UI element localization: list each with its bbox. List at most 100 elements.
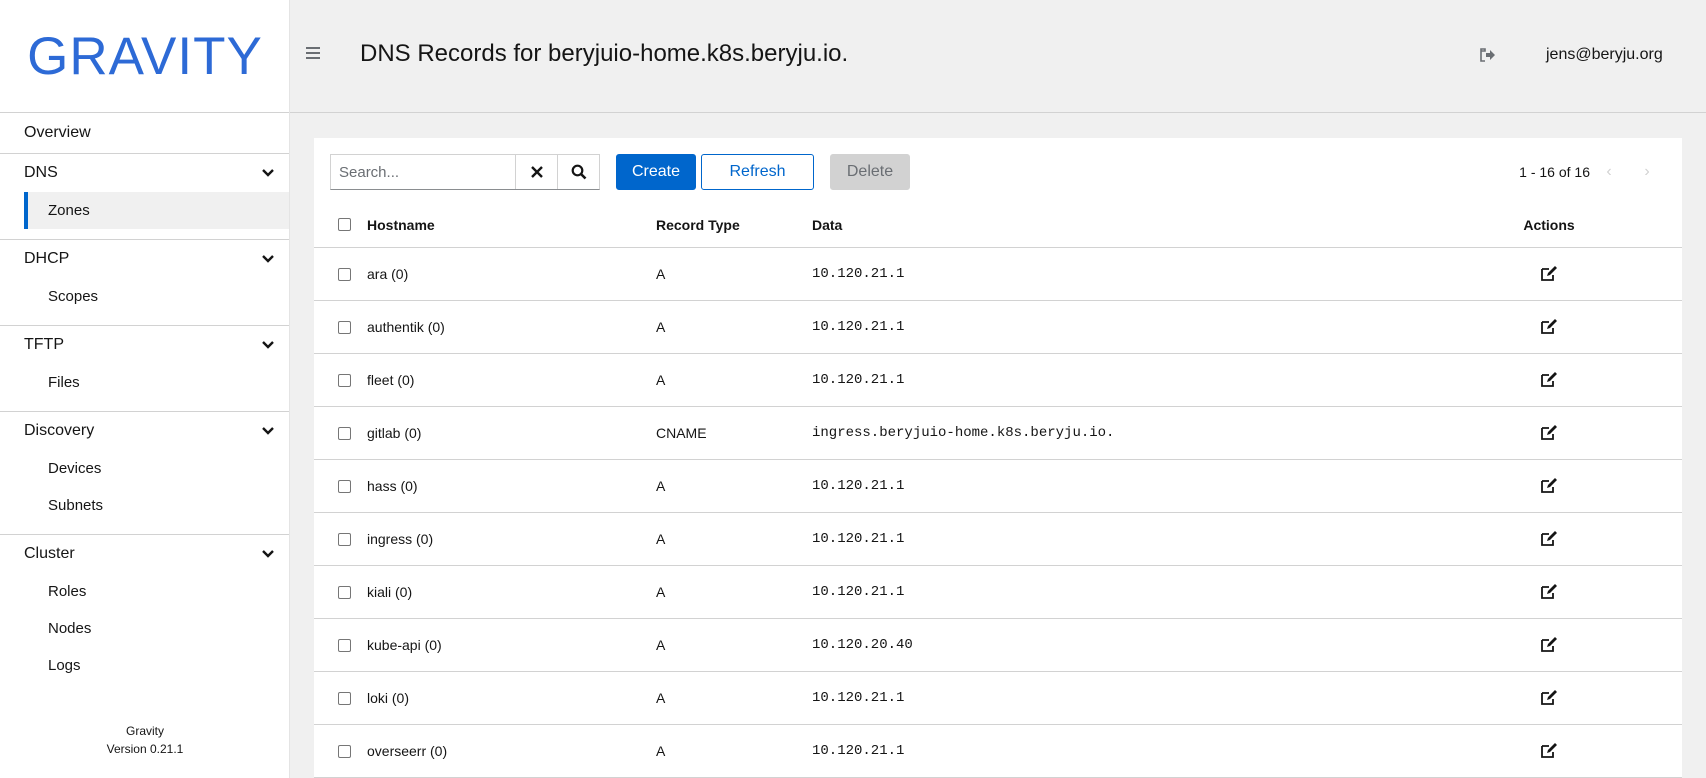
edit-icon[interactable] [1540, 690, 1558, 706]
table-row[interactable]: loki (0) A 10.120.21.1 [314, 672, 1682, 725]
row-actions [1509, 672, 1589, 724]
edit-icon[interactable] [1540, 584, 1558, 600]
table-row[interactable]: fleet (0) A 10.120.21.1 [314, 354, 1682, 407]
cell-record-type: A [656, 743, 666, 759]
table-row[interactable]: gitlab (0) CNAME ingress.beryjuio-home.k8s… [314, 407, 1682, 460]
table-row[interactable]: authentik (0) A 10.120.21.1 [314, 301, 1682, 354]
row-checkbox[interactable] [338, 532, 351, 546]
cell-record-type: A [656, 584, 666, 600]
row-checkbox[interactable] [338, 691, 351, 705]
sidebar-item-nodes[interactable]: Nodes [0, 610, 289, 647]
row-select-cell [338, 301, 358, 353]
cell-data: 10.120.21.1 [812, 266, 905, 282]
edit-icon[interactable] [1540, 425, 1558, 441]
sidebar-nav: Overview DNS Zones DHCP Scopes TFTP File… [0, 113, 289, 694]
sidebar-footer: Gravity Version 0.21.1 [0, 722, 290, 758]
cell-hostname: loki (0) [367, 690, 410, 706]
sidebar-item-devices[interactable]: Devices [0, 450, 289, 487]
row-actions [1509, 301, 1589, 353]
row-actions [1509, 248, 1589, 300]
row-checkbox[interactable] [338, 267, 351, 281]
cell-hostname: ingress (0) [367, 531, 434, 547]
sidebar-item-label: Nodes [48, 620, 92, 637]
row-select-cell [338, 354, 358, 406]
sidebar-group-toggle-dhcp[interactable]: DHCP [0, 240, 289, 278]
refresh-button[interactable]: Refresh [701, 154, 814, 190]
row-checkbox[interactable] [338, 744, 351, 758]
cell-record-type: A [656, 531, 666, 547]
select-all-checkbox[interactable] [338, 218, 351, 231]
edit-icon[interactable] [1540, 372, 1558, 388]
sidebar-group-label: DNS [24, 164, 58, 181]
sidebar-group-dns: DNS Zones [0, 154, 289, 240]
chevron-down-icon [262, 169, 274, 177]
table-row[interactable]: kube-api (0) A 10.120.20.40 [314, 619, 1682, 672]
sidebar-group-toggle-cluster[interactable]: Cluster [0, 535, 289, 573]
edit-icon[interactable] [1540, 319, 1558, 335]
row-checkbox[interactable] [338, 373, 351, 387]
pagination: 1 - 16 of 16 ‹ › [1519, 154, 1666, 190]
row-checkbox[interactable] [338, 585, 351, 599]
row-checkbox[interactable] [338, 426, 351, 440]
user-email[interactable]: jens@beryju.org [1546, 46, 1663, 64]
cell-hostname: kiali (0) [367, 584, 413, 600]
edit-icon[interactable] [1540, 637, 1558, 653]
table-row[interactable]: ingress (0) A 10.120.21.1 [314, 513, 1682, 566]
row-actions [1509, 407, 1589, 459]
sidebar-item-subnets[interactable]: Subnets [0, 487, 289, 524]
edit-icon[interactable] [1540, 743, 1558, 759]
sidebar: GRAVITY Overview DNS Zones DHCP Scopes T… [0, 0, 290, 778]
sidebar-item-label: Files [48, 374, 80, 391]
sidebar-item-roles[interactable]: Roles [0, 573, 289, 610]
row-actions [1509, 354, 1589, 406]
delete-button[interactable]: Delete [830, 154, 910, 190]
row-checkbox[interactable] [338, 638, 351, 652]
row-checkbox[interactable] [338, 320, 351, 334]
logout-icon[interactable] [1480, 48, 1496, 62]
row-select-cell [338, 672, 358, 724]
column-header-data[interactable]: Data [812, 202, 842, 247]
prev-page-icon[interactable]: ‹ [1590, 163, 1628, 181]
sidebar-item-label: Devices [48, 460, 102, 477]
sidebar-item-files[interactable]: Files [0, 364, 289, 401]
table-row[interactable]: hass (0) A 10.120.21.1 [314, 460, 1682, 513]
logo-text: GRAVITY [27, 31, 263, 81]
search-button[interactable] [557, 155, 599, 189]
clear-search-button[interactable] [515, 155, 557, 189]
edit-icon[interactable] [1540, 478, 1558, 494]
row-select-cell [338, 460, 358, 512]
cell-data: 10.120.21.1 [812, 584, 905, 600]
table-row[interactable]: kiali (0) A 10.120.21.1 [314, 566, 1682, 619]
sidebar-item-label: Scopes [48, 288, 99, 305]
hamburger-icon[interactable] [306, 47, 320, 61]
row-actions [1509, 566, 1589, 618]
cell-hostname: kube-api (0) [367, 637, 442, 653]
sidebar-item-zones[interactable]: Zones [24, 192, 289, 229]
table-row[interactable]: overseerr (0) A 10.120.21.1 [314, 725, 1682, 778]
table-row[interactable]: ara (0) A 10.120.21.1 [314, 248, 1682, 301]
sidebar-item-label: Zones [48, 202, 90, 219]
column-header-record-type[interactable]: Record Type [656, 202, 740, 247]
create-button[interactable]: Create [616, 154, 696, 190]
sidebar-group-toggle-tftp[interactable]: TFTP [0, 326, 289, 364]
column-header-actions: Actions [1523, 216, 1575, 233]
cell-hostname: gitlab (0) [367, 425, 422, 441]
records-table: Hostname Record Type Data Actions ara (0… [314, 202, 1682, 778]
select-all-cell [338, 202, 358, 247]
row-actions [1509, 513, 1589, 565]
sidebar-group-cluster: Cluster Roles Nodes Logs [0, 535, 289, 694]
row-select-cell [338, 725, 358, 777]
sidebar-group-toggle-discovery[interactable]: Discovery [0, 412, 289, 450]
sidebar-group-label: DHCP [24, 250, 70, 267]
sidebar-item-logs[interactable]: Logs [0, 647, 289, 684]
search-input[interactable] [331, 155, 515, 189]
next-page-icon[interactable]: › [1628, 163, 1666, 181]
edit-icon[interactable] [1540, 531, 1558, 547]
row-checkbox[interactable] [338, 479, 351, 493]
column-header-hostname[interactable]: Hostname [367, 202, 435, 247]
sidebar-group-toggle-dns[interactable]: DNS [0, 154, 289, 192]
edit-icon[interactable] [1540, 266, 1558, 282]
sidebar-item-scopes[interactable]: Scopes [0, 278, 289, 315]
sidebar-item-overview[interactable]: Overview [0, 113, 289, 154]
logo[interactable]: GRAVITY [0, 0, 289, 113]
